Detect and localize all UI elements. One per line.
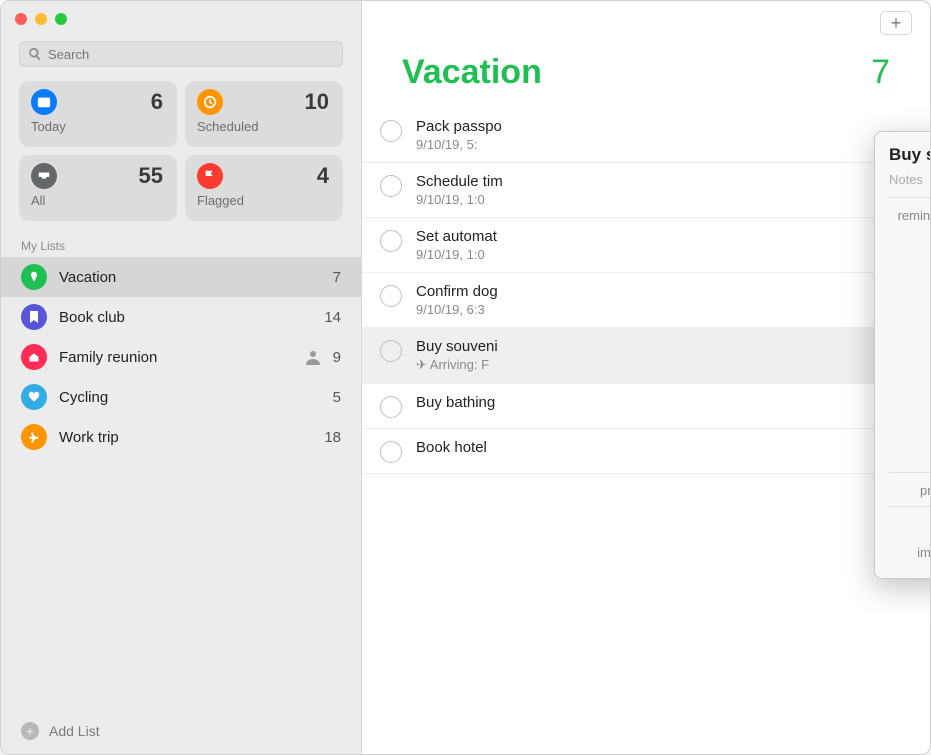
reminder-title: Buy souveni (416, 338, 890, 355)
complete-toggle[interactable] (380, 441, 402, 463)
smart-list-scheduled[interactable]: 10 Scheduled (185, 81, 343, 147)
url-label: URL (889, 515, 931, 532)
list-total-count: 7 (871, 53, 890, 92)
list-count: 18 (324, 429, 341, 446)
smart-scheduled-count: 10 (305, 89, 329, 115)
app-window: 6 Today 10 Scheduled 55 All (0, 0, 931, 755)
list-name: Family reunion (59, 349, 303, 366)
flag-icon (197, 163, 223, 189)
list-name: Vacation (59, 269, 333, 286)
sidebar-item-work-trip[interactable]: Work trip 18 (1, 417, 361, 457)
fullscreen-window-button[interactable] (55, 13, 67, 25)
list-name: Cycling (59, 389, 333, 406)
list-count: 7 (333, 269, 341, 286)
reminder-subtitle: 9/10/19, 1:0 (416, 247, 890, 262)
reminder-detail-popover: Buy souvenirs Notes remind me On a Day A… (874, 131, 931, 579)
toolbar: + (362, 1, 930, 45)
main-area: + Vacation 7 Pack passpo 9/10/19, 5: Sche… (362, 1, 930, 754)
divider (889, 197, 931, 198)
reminder-subtitle: 9/10/19, 1:0 (416, 192, 890, 207)
tray-icon (31, 163, 57, 189)
new-reminder-button[interactable]: + (880, 11, 912, 35)
reminder-title: Set automat (416, 228, 890, 245)
reminder-title: Confirm dog (416, 283, 890, 300)
complete-toggle[interactable] (380, 396, 402, 418)
complete-toggle[interactable] (380, 120, 402, 142)
remind-me-label: remind me (889, 206, 931, 223)
notes-field[interactable]: Notes (889, 170, 931, 193)
calendar-icon (31, 89, 57, 115)
smart-all-label: All (31, 193, 165, 208)
list-count: 9 (333, 349, 341, 366)
reminder-title: Schedule tim (416, 173, 890, 190)
sidebar-item-family-reunion[interactable]: Family reunion 9 (1, 337, 361, 377)
add-list-button[interactable]: + Add List (1, 708, 361, 754)
smart-all-count: 55 (139, 163, 163, 189)
minimize-window-button[interactable] (35, 13, 47, 25)
search-input[interactable] (48, 47, 334, 62)
priority-label: priority (889, 481, 931, 498)
divider (889, 506, 931, 507)
complete-toggle[interactable] (380, 175, 402, 197)
reminder-row[interactable]: Set automat 9/10/19, 1:0 (362, 218, 930, 273)
sidebar: 6 Today 10 Scheduled 55 All (1, 1, 362, 754)
my-lists: Vacation 7 Book club 14 Family reunion 9… (1, 257, 361, 708)
popover-title[interactable]: Buy souvenirs (889, 145, 931, 165)
list-count: 5 (333, 389, 341, 406)
reminder-subtitle: 9/10/19, 5: (416, 137, 890, 152)
reminder-subtitle: ✈ Arriving: F (416, 357, 890, 373)
list-name: Work trip (59, 429, 324, 446)
reminder-title: Buy bathing (416, 394, 890, 411)
search-field[interactable] (19, 41, 343, 67)
plus-icon: + (21, 722, 39, 740)
smart-list-flagged[interactable]: 4 Flagged (185, 155, 343, 221)
heart-icon (21, 384, 47, 410)
list-title: Vacation (402, 53, 542, 92)
my-lists-header: My Lists (1, 233, 361, 257)
list-count: 14 (324, 309, 341, 326)
reminder-row[interactable]: Schedule tim 9/10/19, 1:0 (362, 163, 930, 218)
images-label: images (889, 543, 931, 560)
reminder-row[interactable]: Book hotel (362, 429, 930, 474)
sidebar-item-cycling[interactable]: Cycling 5 (1, 377, 361, 417)
smart-list-today[interactable]: 6 Today (19, 81, 177, 147)
reminder-row[interactable]: Buy bathing (362, 384, 930, 429)
reminder-title: Pack passpo (416, 118, 890, 135)
search-icon (28, 47, 42, 61)
reminder-row[interactable]: Buy souveni✈ Arriving: F i (362, 328, 930, 384)
reminders-list: Pack passpo 9/10/19, 5: Schedule tim 9/10/… (362, 108, 930, 474)
window-controls (15, 13, 67, 25)
close-window-button[interactable] (15, 13, 27, 25)
sidebar-item-vacation[interactable]: Vacation 7 (1, 257, 361, 297)
reminder-subtitle: 9/10/19, 6:3 (416, 302, 890, 317)
complete-toggle[interactable] (380, 285, 402, 307)
bookmark-icon (21, 304, 47, 330)
smart-scheduled-label: Scheduled (197, 119, 331, 134)
smart-flagged-count: 4 (317, 163, 329, 189)
complete-toggle[interactable] (380, 340, 402, 362)
reminder-row[interactable]: Confirm dog 9/10/19, 6:3 (362, 273, 930, 328)
add-list-label: Add List (49, 723, 100, 739)
list-header: Vacation 7 (362, 45, 930, 108)
divider (889, 472, 931, 473)
list-name: Book club (59, 309, 324, 326)
plane-icon (21, 424, 47, 450)
clock-icon (197, 89, 223, 115)
house-icon (21, 344, 47, 370)
smart-today-label: Today (31, 119, 165, 134)
reminder-title: Book hotel (416, 439, 890, 456)
smart-lists-grid: 6 Today 10 Scheduled 55 All (1, 81, 361, 233)
sidebar-item-book-club[interactable]: Book club 14 (1, 297, 361, 337)
pin-icon (21, 264, 47, 290)
shared-icon (303, 347, 323, 367)
smart-today-count: 6 (151, 89, 163, 115)
reminder-row[interactable]: Pack passpo 9/10/19, 5: (362, 108, 930, 163)
smart-list-all[interactable]: 55 All (19, 155, 177, 221)
complete-toggle[interactable] (380, 230, 402, 252)
smart-flagged-label: Flagged (197, 193, 331, 208)
